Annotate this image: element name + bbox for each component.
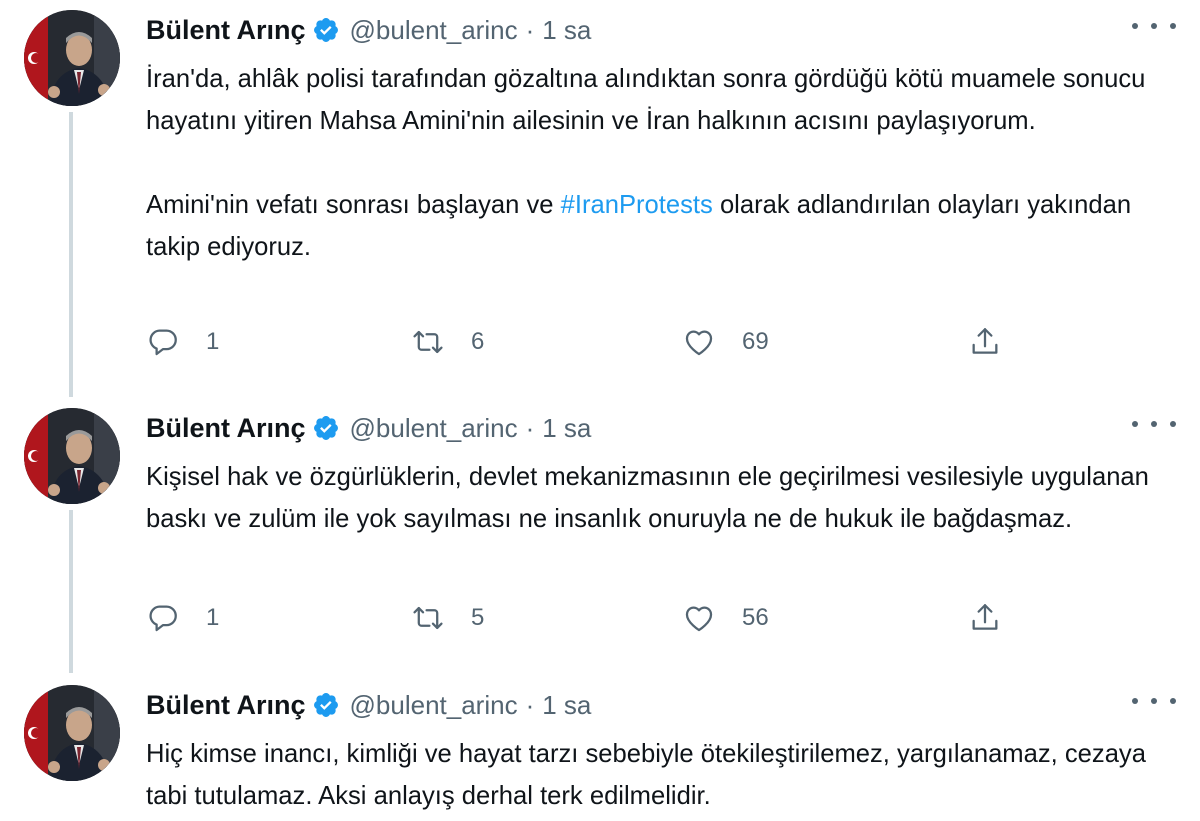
like-count: 56 xyxy=(742,604,769,631)
share-button[interactable] xyxy=(968,322,1002,362)
separator: · xyxy=(525,689,535,720)
retweet-count: 5 xyxy=(471,604,485,631)
tweet-paragraph: İran'da, ahlâk polisi tarafından gözaltı… xyxy=(146,65,1146,135)
hashtag-link[interactable]: #IranProtests xyxy=(561,191,713,219)
tweet-text: İran'da, ahlâk polisi tarafından gözaltı… xyxy=(146,58,1176,268)
verified-badge-icon xyxy=(313,693,338,717)
share-button[interactable] xyxy=(968,598,1002,638)
tweet-actions: 1 5 56 xyxy=(146,598,1046,638)
heart-icon xyxy=(685,330,713,356)
author-handle[interactable]: @bulent_arinc xyxy=(350,15,518,46)
verified-badge-icon xyxy=(313,416,338,440)
retweet-button[interactable]: 5 xyxy=(411,598,484,638)
share-icon xyxy=(972,328,998,354)
thread-connector xyxy=(69,510,73,673)
share-icon xyxy=(972,604,998,630)
retweet-icon xyxy=(413,606,443,630)
text-segment: Amini'nin vefatı sonrası başlayan ve xyxy=(146,191,561,219)
reply-icon xyxy=(149,329,177,356)
separator: · xyxy=(525,14,535,45)
tweet-thread: Bülent Arınç @bulent_arinc · 1 sa İran'd… xyxy=(0,0,1200,821)
like-count: 69 xyxy=(742,328,769,355)
timestamp[interactable]: 1 sa xyxy=(542,413,591,444)
separator: · xyxy=(525,412,535,443)
timestamp[interactable]: 1 sa xyxy=(542,15,591,46)
tweet-paragraph: Hiç kimse inancı, kimliği ve hayat tarzı… xyxy=(146,740,1146,810)
like-button[interactable]: 69 xyxy=(682,322,769,362)
author-handle[interactable]: @bulent_arinc xyxy=(350,413,518,444)
avatar[interactable] xyxy=(24,10,120,106)
thread-connector xyxy=(69,112,73,397)
author-name[interactable]: Bülent Arınç xyxy=(146,690,306,721)
author-name[interactable]: Bülent Arınç xyxy=(146,413,306,444)
avatar[interactable] xyxy=(24,685,120,781)
author-name[interactable]: Bülent Arınç xyxy=(146,15,306,46)
tweet-text: Kişisel hak ve özgürlüklerin, devlet mek… xyxy=(146,456,1176,540)
verified-badge-icon xyxy=(313,18,338,42)
avatar[interactable] xyxy=(24,408,120,504)
author-handle[interactable]: @bulent_arinc xyxy=(350,690,518,721)
reply-button[interactable]: 1 xyxy=(146,598,219,638)
more-options-icon[interactable] xyxy=(1132,14,1176,38)
retweet-count: 6 xyxy=(471,328,485,355)
tweet-header: Bülent Arınç @bulent_arinc · 1 sa xyxy=(146,10,591,50)
tweet-header: Bülent Arınç @bulent_arinc · 1 sa xyxy=(146,685,591,725)
retweet-icon xyxy=(413,330,443,354)
tweet-actions: 1 6 69 xyxy=(146,322,1046,362)
heart-icon xyxy=(685,606,713,632)
retweet-button[interactable]: 6 xyxy=(411,322,484,362)
reply-count: 1 xyxy=(206,604,220,631)
reply-button[interactable]: 1 xyxy=(146,322,219,362)
reply-count: 1 xyxy=(206,328,220,355)
tweet-header: Bülent Arınç @bulent_arinc · 1 sa xyxy=(146,408,591,448)
tweet-text: Hiç kimse inancı, kimliği ve hayat tarzı… xyxy=(146,733,1176,817)
more-options-icon[interactable] xyxy=(1132,689,1176,713)
tweet-paragraph: Amini'nin vefatı sonrası başlayan ve #Ir… xyxy=(146,184,1176,268)
more-options-icon[interactable] xyxy=(1132,412,1176,436)
reply-icon xyxy=(149,605,177,632)
tweet-paragraph: Kişisel hak ve özgürlüklerin, devlet mek… xyxy=(146,463,1149,533)
like-button[interactable]: 56 xyxy=(682,598,769,638)
timestamp[interactable]: 1 sa xyxy=(542,690,591,721)
